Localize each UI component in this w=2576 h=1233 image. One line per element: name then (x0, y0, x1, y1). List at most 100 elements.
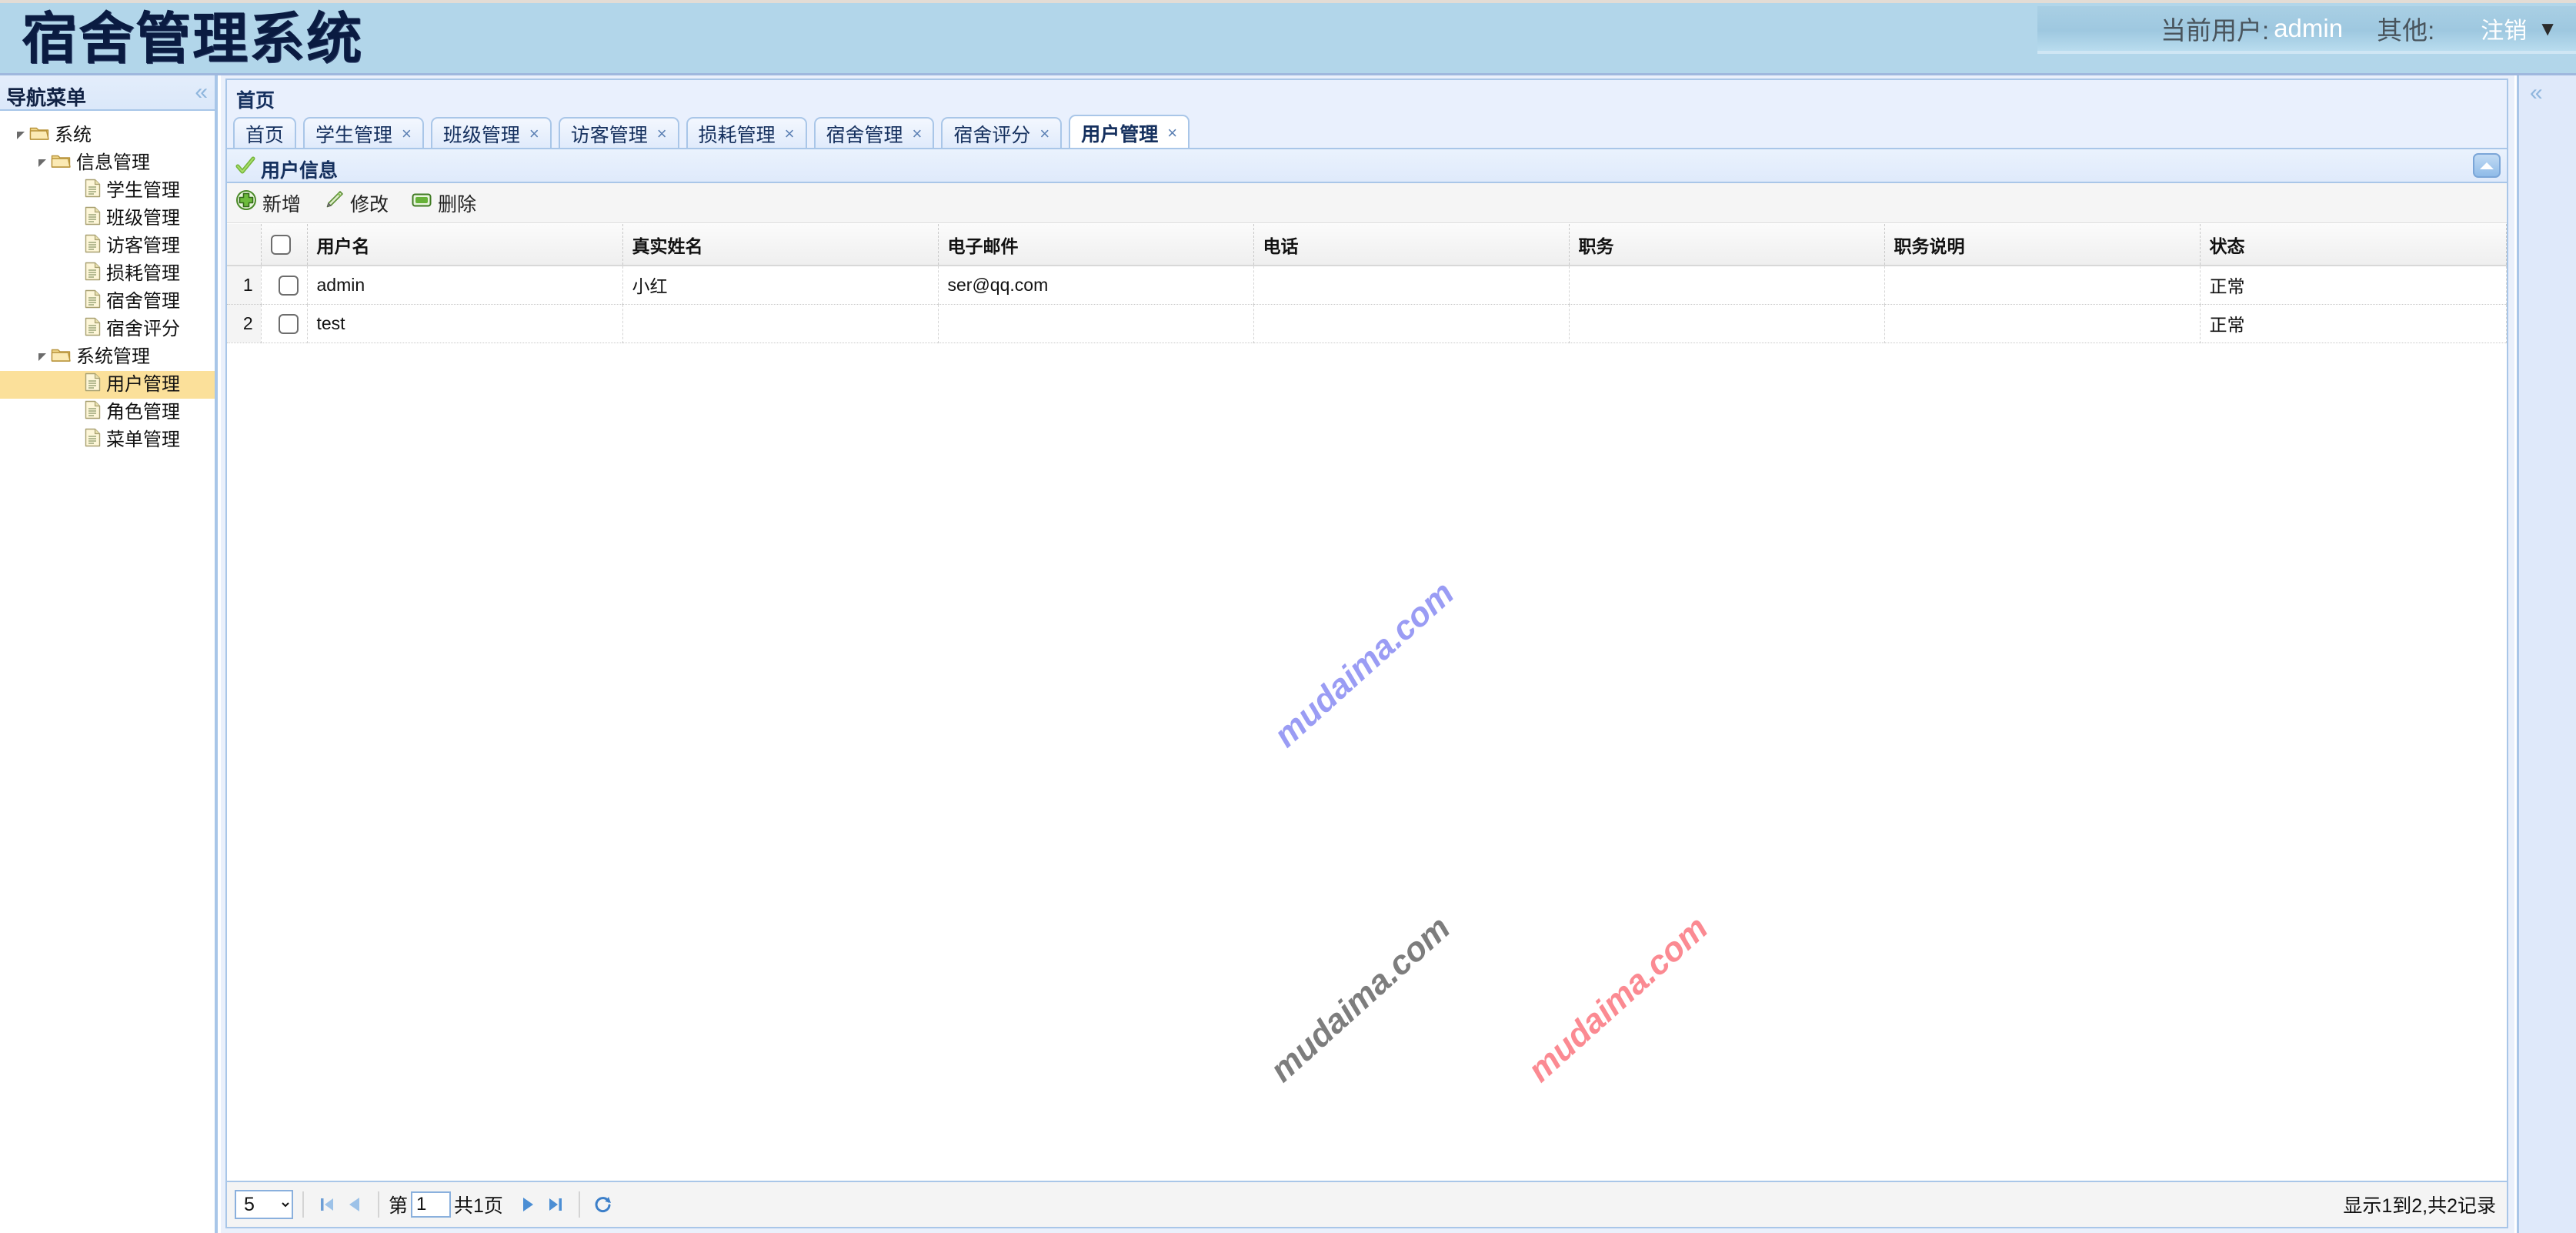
tab-访客管理[interactable]: 访客管理 × (558, 117, 679, 149)
table-row[interactable]: 2 test 正常 (227, 304, 2507, 343)
main-content: 首页 首页 学生管理 × 班级管理 × 访客管理 × 损耗管理 × 宿舍管理 × 宿舍评分 × 用户管理 ×… (221, 75, 2514, 1233)
add-button-label: 新增 (262, 193, 302, 216)
caret-down-icon[interactable]: ▼ (2538, 18, 2558, 38)
cell-username: test (307, 304, 623, 343)
tab-损耗管理[interactable]: 损耗管理 × (686, 117, 807, 149)
sidebar-item-label: 班级管理 (106, 208, 180, 229)
watermark: mudaima.com (1263, 908, 1458, 1090)
cell-email (938, 304, 1254, 343)
tab-宿舍管理[interactable]: 宿舍管理 × (813, 117, 935, 149)
tab-宿舍评分[interactable]: 宿舍评分 × (941, 117, 1063, 149)
collapse-up-icon[interactable] (2473, 153, 2501, 178)
page-prefix-label: 第 (389, 1195, 409, 1217)
first-page-icon[interactable] (313, 1191, 341, 1218)
page-size-select[interactable]: 5102050 (235, 1190, 293, 1219)
cell-username: admin (307, 266, 623, 305)
sidebar-item-label: 宿舍管理 (106, 291, 180, 312)
close-icon[interactable]: × (402, 124, 412, 144)
select-all-checkbox[interactable] (270, 235, 291, 256)
row-checkbox[interactable] (278, 313, 299, 334)
close-icon[interactable]: × (529, 124, 539, 144)
sidebar-item-label: 信息管理 (76, 152, 150, 173)
table-header: 用户名 真实姓名 电子邮件 电话 职务 职务说明 状态 (227, 224, 2507, 266)
divider (578, 1191, 580, 1218)
tab-用户管理[interactable]: 用户管理 × (1069, 115, 1190, 149)
tree-expand-arrow-icon[interactable] (34, 158, 51, 169)
tab-label: 班级管理 (442, 125, 520, 146)
folder-icon (51, 152, 71, 174)
tab-班级管理[interactable]: 班级管理 × (430, 117, 552, 149)
column-header-status[interactable]: 状态 (2200, 224, 2507, 266)
prev-page-icon[interactable] (341, 1191, 369, 1218)
edit-button[interactable]: 修改 (324, 189, 389, 217)
cell-status: 正常 (2200, 266, 2507, 305)
sidebar-title: 导航菜单 (6, 86, 87, 109)
sidebar-item-系统管理[interactable]: 系统管理 (0, 343, 215, 371)
next-page-icon[interactable] (514, 1191, 542, 1218)
current-user-value: admin (2274, 14, 2344, 42)
column-header-username[interactable]: 用户名 (307, 224, 623, 266)
cell-position (1569, 266, 1885, 305)
row-number: 2 (227, 304, 262, 343)
refresh-icon[interactable] (589, 1191, 617, 1218)
close-icon[interactable]: × (913, 124, 923, 144)
file-icon (85, 400, 101, 425)
cell-position (1569, 304, 1885, 343)
logout-link[interactable]: 注销 (2481, 12, 2527, 45)
row-select-cell[interactable] (261, 266, 308, 305)
column-header-position[interactable]: 职务 (1569, 224, 1885, 266)
row-select-cell[interactable] (261, 304, 308, 343)
close-icon[interactable]: × (1167, 123, 1177, 143)
sidebar-item-信息管理[interactable]: 信息管理 (0, 149, 215, 177)
sidebar-item-菜单管理[interactable]: 菜单管理 (0, 426, 215, 454)
add-plus-icon (236, 190, 256, 216)
file-icon (85, 428, 101, 453)
pagination-info: 显示1到2,共2记录 (2343, 1195, 2496, 1217)
tab-首页[interactable]: 首页 (233, 117, 297, 149)
collapse-left-icon[interactable]: « (2530, 80, 2543, 106)
tab-label: 宿舍管理 (826, 125, 903, 146)
sidebar-item-宿舍管理[interactable]: 宿舍管理 (0, 288, 215, 316)
file-icon (85, 179, 101, 203)
navigation-tree: 系统信息管理学生管理班级管理访客管理损耗管理宿舍管理宿舍评分 系统管理 用户管理 角色… (0, 111, 215, 454)
delete-icon (412, 192, 432, 214)
column-header-position-desc[interactable]: 职务说明 (1884, 224, 2201, 266)
sidebar-item-学生管理[interactable]: 学生管理 (0, 177, 215, 205)
column-header-email[interactable]: 电子邮件 (938, 224, 1254, 266)
panel-toolbar: 新增 修改 删除 (227, 183, 2507, 223)
cell-realname: 小红 (622, 266, 939, 305)
sidebar: 导航菜单 « 系统信息管理学生管理班级管理访客管理损耗管理宿舍管理宿舍评分 系统管… (0, 75, 218, 1233)
cell-status: 正常 (2200, 304, 2507, 343)
collapse-left-icon[interactable]: « (195, 80, 208, 105)
sidebar-item-班级管理[interactable]: 班级管理 (0, 205, 215, 232)
tab-学生管理[interactable]: 学生管理 × (303, 117, 424, 149)
tree-expand-arrow-icon[interactable] (12, 130, 29, 141)
sidebar-item-访客管理[interactable]: 访客管理 (0, 232, 215, 260)
column-header-phone[interactable]: 电话 (1253, 224, 1570, 266)
sidebar-item-label: 访客管理 (106, 236, 180, 256)
delete-button[interactable]: 删除 (412, 189, 476, 217)
sidebar-item-宿舍评分[interactable]: 宿舍评分 (0, 316, 215, 343)
sidebar-item-label: 菜单管理 (106, 429, 180, 450)
tree-expand-arrow-icon[interactable] (34, 352, 51, 363)
sidebar-item-角色管理[interactable]: 角色管理 (0, 399, 215, 426)
page-number-input[interactable] (411, 1191, 452, 1218)
file-icon (85, 262, 101, 286)
close-icon[interactable]: × (657, 124, 667, 144)
column-header-realname[interactable]: 真实姓名 (622, 224, 939, 266)
last-page-icon[interactable] (542, 1191, 569, 1218)
sidebar-item-损耗管理[interactable]: 损耗管理 (0, 260, 215, 288)
cell-position-desc (1884, 304, 2201, 343)
file-icon (85, 317, 101, 342)
table-row[interactable]: 1 admin 小红 ser@qq.com 正常 (227, 266, 2507, 305)
add-button[interactable]: 新增 (236, 189, 301, 217)
close-icon[interactable]: × (1039, 124, 1049, 144)
sidebar-item-用户管理[interactable]: 用户管理 (0, 371, 215, 399)
row-checkbox[interactable] (278, 276, 299, 296)
close-icon[interactable]: × (785, 124, 795, 144)
sidebar-item-label: 系统 (55, 125, 92, 145)
sidebar-header: 导航菜单 « (0, 75, 215, 111)
folder-icon (29, 125, 49, 146)
sidebar-item-系统[interactable]: 系统 (0, 122, 215, 149)
watermark: mudaima.com (1266, 573, 1462, 755)
